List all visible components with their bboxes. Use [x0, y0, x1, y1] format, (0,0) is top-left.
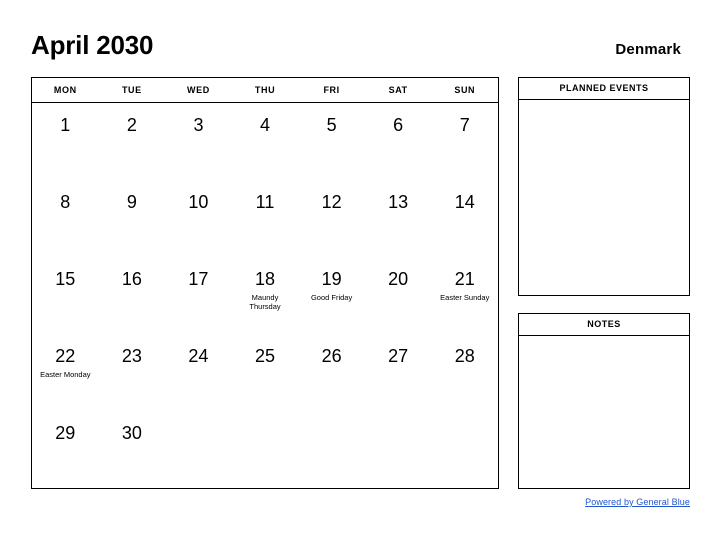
day-number: 14 [454, 192, 475, 212]
day-cell[interactable]: 30 [99, 411, 166, 488]
day-number: 17 [188, 269, 209, 289]
day-cell[interactable]: 1 [32, 103, 99, 180]
calendar-page: April 2030 Denmark MON TUE WED THU FRI S… [0, 0, 712, 550]
day-number: 13 [388, 192, 409, 212]
day-number: 15 [55, 269, 76, 289]
day-cell[interactable]: 15 [32, 257, 99, 334]
week-row: 1 2 3 4 5 6 7 [32, 103, 498, 180]
day-event-label: Easter Monday [40, 370, 91, 379]
weekday-header-sun: SUN [454, 85, 476, 95]
weekday-header-mon: MON [53, 85, 77, 95]
day-cell [365, 411, 432, 488]
day-number: 7 [459, 115, 470, 135]
day-number: 21 [454, 269, 475, 289]
day-cell[interactable]: 8 [32, 180, 99, 257]
day-number: 4 [260, 115, 271, 135]
day-cell[interactable]: 24 [165, 334, 232, 411]
day-cell[interactable]: 17 [165, 257, 232, 334]
planned-events-body[interactable] [519, 100, 689, 295]
day-cell[interactable]: 19 Good Friday [298, 257, 365, 334]
day-number: 9 [126, 192, 137, 212]
day-cell[interactable]: 6 [365, 103, 432, 180]
day-cell [165, 411, 232, 488]
day-number: 5 [326, 115, 337, 135]
day-cell[interactable]: 5 [298, 103, 365, 180]
week-row: 22 Easter Monday 23 24 25 26 27 28 [32, 334, 498, 411]
day-cell[interactable]: 26 [298, 334, 365, 411]
day-cell[interactable]: 9 [99, 180, 166, 257]
day-cell[interactable]: 4 [232, 103, 299, 180]
weekday-header-fri: FRI [323, 85, 340, 95]
day-number: 29 [55, 423, 76, 443]
powered-by-link[interactable]: Powered by General Blue [518, 496, 690, 508]
weekday-header-wed: WED [187, 85, 210, 95]
day-cell[interactable]: 7 [431, 103, 498, 180]
day-number: 18 [255, 269, 276, 289]
week-row: 29 30 [32, 411, 498, 488]
planned-events-panel: PLANNED EVENTS [518, 77, 690, 296]
week-row: 8 9 10 11 12 13 14 [32, 180, 498, 257]
day-number: 26 [321, 346, 342, 366]
day-number: 24 [188, 346, 209, 366]
day-number: 19 [321, 269, 342, 289]
weekday-header-thu: THU [254, 85, 276, 95]
day-cell [298, 411, 365, 488]
day-cell[interactable]: 29 [32, 411, 99, 488]
day-number: 6 [393, 115, 404, 135]
day-number: 28 [454, 346, 475, 366]
day-number: 12 [321, 192, 342, 212]
day-number: 8 [60, 192, 71, 212]
weekday-header-row: MON TUE WED THU FRI SAT SUN [32, 78, 498, 103]
week-row: 15 16 17 18 Maundy Thursday 19 Good Friday… [32, 257, 498, 334]
day-cell[interactable]: 22 Easter Monday [32, 334, 99, 411]
day-cell[interactable]: 3 [165, 103, 232, 180]
day-cell[interactable]: 16 [99, 257, 166, 334]
notes-body[interactable] [519, 336, 689, 488]
day-event-label: Maundy Thursday [249, 293, 281, 311]
weekday-header-sat: SAT [388, 85, 408, 95]
day-number: 30 [121, 423, 142, 443]
day-cell[interactable]: 21 Easter Sunday [431, 257, 498, 334]
day-cell [431, 411, 498, 488]
day-number: 2 [126, 115, 137, 135]
day-cell[interactable]: 23 [99, 334, 166, 411]
day-number: 3 [193, 115, 204, 135]
day-number: 10 [188, 192, 209, 212]
day-number: 1 [60, 115, 71, 135]
day-event-label: Good Friday [310, 293, 353, 302]
calendar-weeks: 1 2 3 4 5 6 7 8 9 10 11 12 13 14 15 16 1… [32, 103, 498, 488]
day-cell[interactable]: 14 [431, 180, 498, 257]
region-label: Denmark [615, 41, 681, 58]
day-cell[interactable]: 25 [232, 334, 299, 411]
notes-title: NOTES [519, 314, 689, 336]
day-number: 16 [121, 269, 142, 289]
day-cell[interactable]: 28 [431, 334, 498, 411]
day-number: 22 [55, 346, 76, 366]
day-number: 23 [121, 346, 142, 366]
page-title: April 2030 [31, 30, 154, 60]
calendar-grid: MON TUE WED THU FRI SAT SUN 1 2 3 4 5 6 … [31, 77, 499, 489]
day-cell[interactable]: 18 Maundy Thursday [232, 257, 299, 334]
day-number: 27 [388, 346, 409, 366]
notes-panel: NOTES [518, 313, 690, 489]
day-number: 11 [255, 192, 275, 212]
day-cell[interactable]: 11 [232, 180, 299, 257]
page-header: April 2030 Denmark [31, 30, 681, 70]
day-event-label: Easter Sunday [440, 293, 490, 302]
day-cell [232, 411, 299, 488]
day-cell[interactable]: 27 [365, 334, 432, 411]
day-cell[interactable]: 12 [298, 180, 365, 257]
weekday-header-tue: TUE [121, 85, 142, 95]
planned-events-title: PLANNED EVENTS [519, 78, 689, 100]
day-number: 25 [255, 346, 276, 366]
day-cell[interactable]: 13 [365, 180, 432, 257]
day-cell[interactable]: 2 [99, 103, 166, 180]
day-cell[interactable]: 20 [365, 257, 432, 334]
day-number: 20 [388, 269, 409, 289]
day-cell[interactable]: 10 [165, 180, 232, 257]
